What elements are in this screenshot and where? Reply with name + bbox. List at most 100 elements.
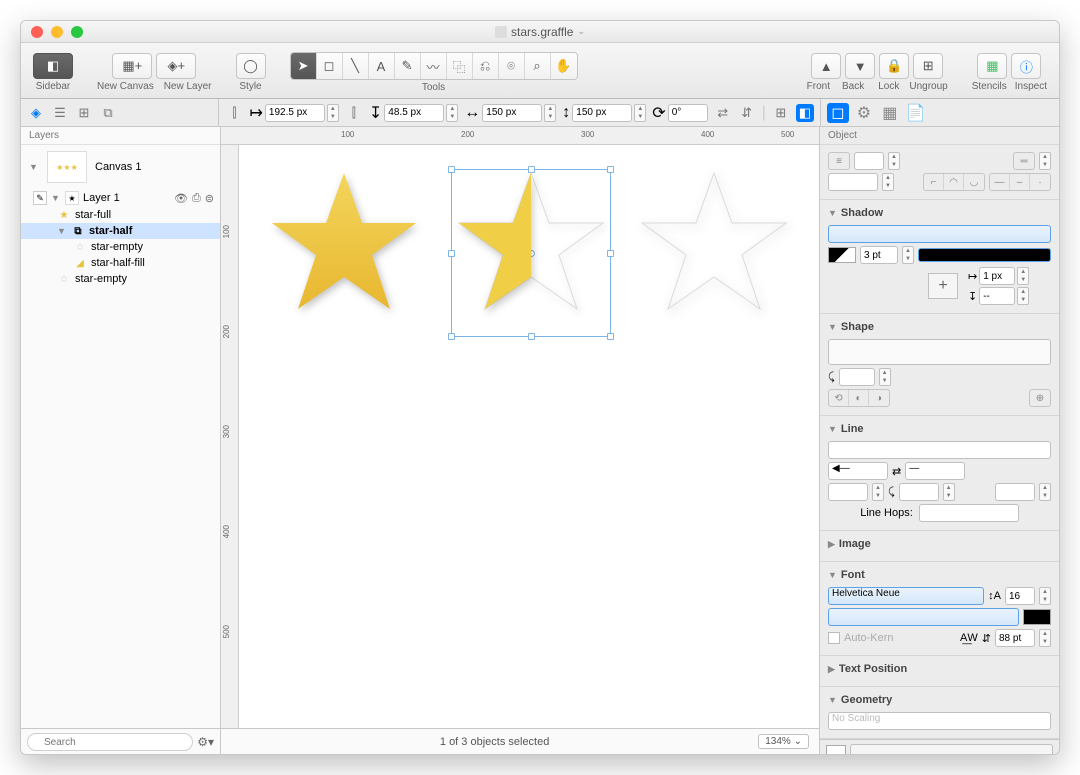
line-start-select[interactable]: ◀— [828, 462, 888, 480]
list-item[interactable]: ☆ star-empty [21, 271, 220, 287]
brush-tool-icon[interactable]: 〰 [421, 53, 447, 79]
shadow-offset-input[interactable] [979, 267, 1015, 285]
line-start-size[interactable] [828, 483, 868, 501]
line-hops-select[interactable] [919, 504, 1019, 522]
disclosure-icon[interactable]: ▼ [828, 424, 837, 434]
magnet-tool-icon[interactable]: ⌾ [499, 53, 525, 79]
shadow-stroke-stepper[interactable]: ▲▼ [902, 246, 914, 264]
cap-segments[interactable]: —–· [989, 173, 1051, 191]
flip-v-icon[interactable]: ⇵ [738, 104, 756, 122]
line-type-select[interactable] [828, 441, 1051, 459]
outline-tab-icon[interactable]: ☰ [51, 104, 69, 122]
stamp-tool-icon[interactable]: ⎌ [473, 53, 499, 79]
corner-segments[interactable]: ⌐◠◡ [923, 173, 985, 191]
list-item[interactable]: ◢ star-half-fill [21, 255, 220, 271]
disclosure-icon[interactable]: ▶ [828, 539, 835, 550]
font-style-select[interactable] [828, 608, 1019, 626]
shadow-add-button[interactable]: + [928, 273, 958, 299]
group-disclosure-icon[interactable]: ▼ [57, 226, 67, 236]
disclosure-icon[interactable]: ▼ [828, 695, 837, 705]
canvas[interactable] [239, 145, 819, 728]
disclosure-icon[interactable]: ▼ [828, 570, 837, 580]
rotation-input[interactable] [668, 104, 708, 122]
text-tool-icon[interactable]: A [369, 53, 395, 79]
font-size-stepper[interactable]: ▲▼ [1039, 587, 1051, 605]
zoom-tool-icon[interactable]: ⌕ [525, 53, 551, 79]
line-end-select[interactable]: — [905, 462, 965, 480]
font-color-well[interactable] [1023, 609, 1051, 625]
shape-tool-icon[interactable]: ◻ [317, 53, 343, 79]
line-tool-icon[interactable]: ╲ [343, 53, 369, 79]
new-canvas-button[interactable]: ▦+ [112, 53, 152, 79]
layer-disclosure-icon[interactable]: ▼ [51, 193, 61, 203]
zoom-field[interactable]: 134% ⌄ [758, 734, 809, 749]
radius-stepper[interactable]: ▲▼ [879, 368, 891, 386]
resize-handle[interactable] [448, 333, 455, 340]
layers-tab-icon[interactable]: ◈ [27, 104, 45, 122]
disclosure-icon[interactable]: ▼ [828, 322, 837, 332]
disclosure-icon[interactable]: ▼ [29, 162, 39, 172]
width-input[interactable] [482, 104, 542, 122]
ruler-units-icon[interactable]: ⊞ [772, 104, 790, 122]
title-dropdown-icon[interactable]: ⌄ [577, 26, 585, 37]
end-stepper[interactable]: ▲▼ [1039, 483, 1051, 501]
ungroup-button[interactable]: ⊞ [913, 53, 943, 79]
shadow-blur-input[interactable] [979, 287, 1015, 305]
fill-value[interactable] [854, 152, 884, 170]
star-half-shape[interactable] [451, 165, 611, 325]
mid-stepper[interactable]: ▲▼ [943, 483, 955, 501]
style-button[interactable]: ◯ [236, 53, 266, 79]
dash-stepper[interactable]: ▲▼ [882, 173, 894, 191]
stencils-button[interactable]: ▦ [977, 53, 1007, 79]
star-empty-shape[interactable] [634, 165, 794, 325]
y-input[interactable] [384, 104, 444, 122]
list-item[interactable]: ▼ ⧉ star-half [21, 223, 220, 239]
visibility-icon[interactable]: 👁 [174, 192, 188, 205]
font-size-input[interactable] [1005, 587, 1035, 605]
shape-ops[interactable]: ⟲◐◑ [828, 389, 890, 407]
canvas-row[interactable]: ▼ ★★★ Canvas 1 [21, 145, 220, 189]
layer-row[interactable]: ✎ ▼ ★ Layer 1 👁 ⎙ ⊜ [21, 189, 220, 207]
edit-layer-icon[interactable]: ✎ [33, 191, 47, 205]
halign-icon[interactable]: ⫿ [225, 104, 243, 122]
line-end-size[interactable] [995, 483, 1035, 501]
style-select[interactable] [850, 744, 1053, 755]
shadow-gradient[interactable] [918, 248, 1051, 262]
swap-icon[interactable]: ⇄ [892, 465, 901, 478]
disclosure-icon[interactable]: ▼ [828, 208, 837, 218]
document-inspector-tab[interactable]: 📄 [905, 103, 927, 123]
spacing-stepper[interactable]: ▲▼ [1039, 629, 1051, 647]
font-family-select[interactable]: Helvetica Neue [828, 587, 984, 605]
front-button[interactable]: ▲ [811, 53, 841, 79]
line-spacing-input[interactable] [995, 629, 1035, 647]
scaling-select[interactable]: No Scaling [828, 712, 1051, 730]
disclosure-icon[interactable]: ▶ [828, 664, 835, 675]
list-item[interactable]: ☆ star-empty [21, 239, 220, 255]
resize-handle[interactable] [607, 333, 614, 340]
fill-color-well[interactable] [826, 745, 846, 755]
search-input[interactable] [27, 733, 193, 751]
shadow-type-select[interactable] [828, 225, 1051, 243]
properties-inspector-tab[interactable]: ⚙ [853, 103, 875, 123]
zoom-icon[interactable] [71, 26, 83, 38]
autokern-checkbox[interactable] [828, 632, 840, 644]
height-input[interactable] [572, 104, 632, 122]
back-button[interactable]: ▼ [845, 53, 875, 79]
sidebar-toggle-button[interactable]: ◧ [33, 53, 73, 79]
stroke-preview[interactable]: ═ [1013, 152, 1035, 170]
fill-stepper[interactable]: ▲▼ [888, 152, 900, 170]
lock-button[interactable]: 🔒 [879, 53, 909, 79]
resize-handle[interactable] [528, 333, 535, 340]
print-icon[interactable]: ⎙ [192, 192, 201, 205]
selection-tab-icon[interactable]: ⧉ [99, 104, 117, 122]
guides-tab-icon[interactable]: ⊞ [75, 104, 93, 122]
star-full-shape[interactable] [264, 165, 424, 325]
corner-radius-input[interactable] [839, 368, 875, 386]
dash-input[interactable] [828, 173, 878, 191]
blur-stepper[interactable]: ▲▼ [1017, 287, 1029, 305]
diagram-tool-icon[interactable]: ⿻ [447, 53, 473, 79]
start-stepper[interactable]: ▲▼ [872, 483, 884, 501]
height-stepper[interactable]: ▲▼ [634, 104, 646, 122]
flip-h-icon[interactable]: ⇄ [714, 104, 732, 122]
select-tool-icon[interactable]: ➤ [291, 53, 317, 79]
